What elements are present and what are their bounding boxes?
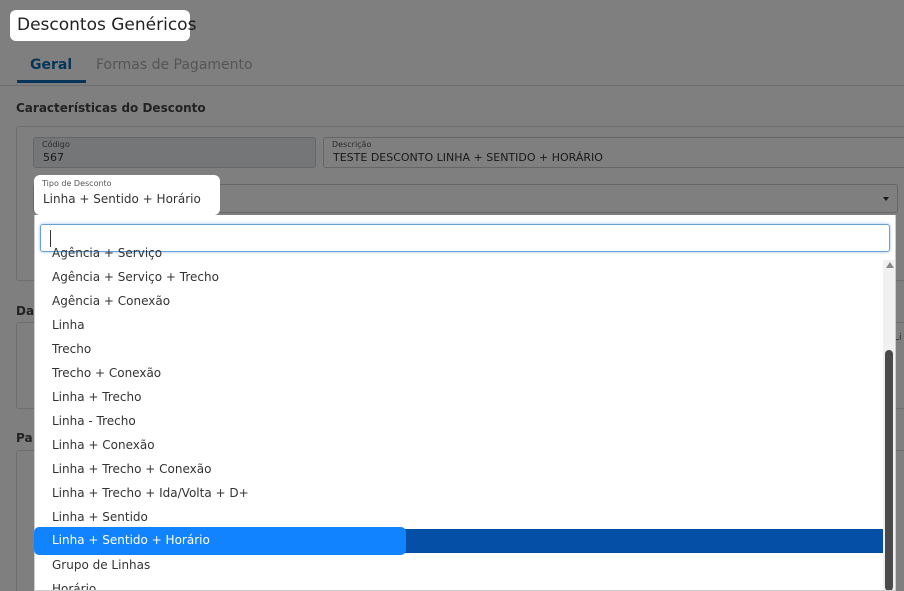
list-item[interactable]: Linha (35, 313, 883, 337)
list-item[interactable]: Linha + Conexão (35, 433, 883, 457)
scroll-up-arrow-icon[interactable] (886, 262, 894, 268)
list-item[interactable]: Agência + Conexão (35, 289, 883, 313)
list-item[interactable]: Trecho (35, 337, 883, 361)
page-title-highlight: Descontos Genéricos (10, 10, 196, 41)
list-item[interactable]: Linha + Trecho + Conexão (35, 457, 883, 481)
list-item[interactable]: Linha - Trecho (35, 409, 883, 433)
list-item[interactable]: Linha + Sentido (35, 505, 883, 529)
list-item[interactable]: Linha + Trecho + Ida/Volta + D+ (35, 481, 883, 505)
list-item[interactable]: Agência + Serviço + Trecho (35, 265, 883, 289)
tipo-desconto-value: Linha + Sentido + Horário (43, 192, 201, 206)
list-item[interactable]: Agência + Serviço (35, 241, 883, 265)
tipo-desconto-highlight[interactable]: Tipo de Desconto Linha + Sentido + Horár… (34, 175, 220, 215)
selected-option-highlight[interactable]: Linha + Sentido + Horário (34, 527, 406, 555)
selected-option-label: Linha + Sentido + Horário (52, 533, 210, 547)
dropdown-scrollbar[interactable] (883, 260, 895, 590)
list-item[interactable]: Linha + Trecho (35, 385, 883, 409)
list-item[interactable]: Trecho + Conexão (35, 361, 883, 385)
tipo-desconto-label: Tipo de Desconto (42, 179, 112, 188)
list-item[interactable]: Horário (35, 577, 883, 590)
list-item[interactable]: Grupo de Linhas (35, 553, 883, 577)
scroll-thumb[interactable] (885, 350, 893, 590)
